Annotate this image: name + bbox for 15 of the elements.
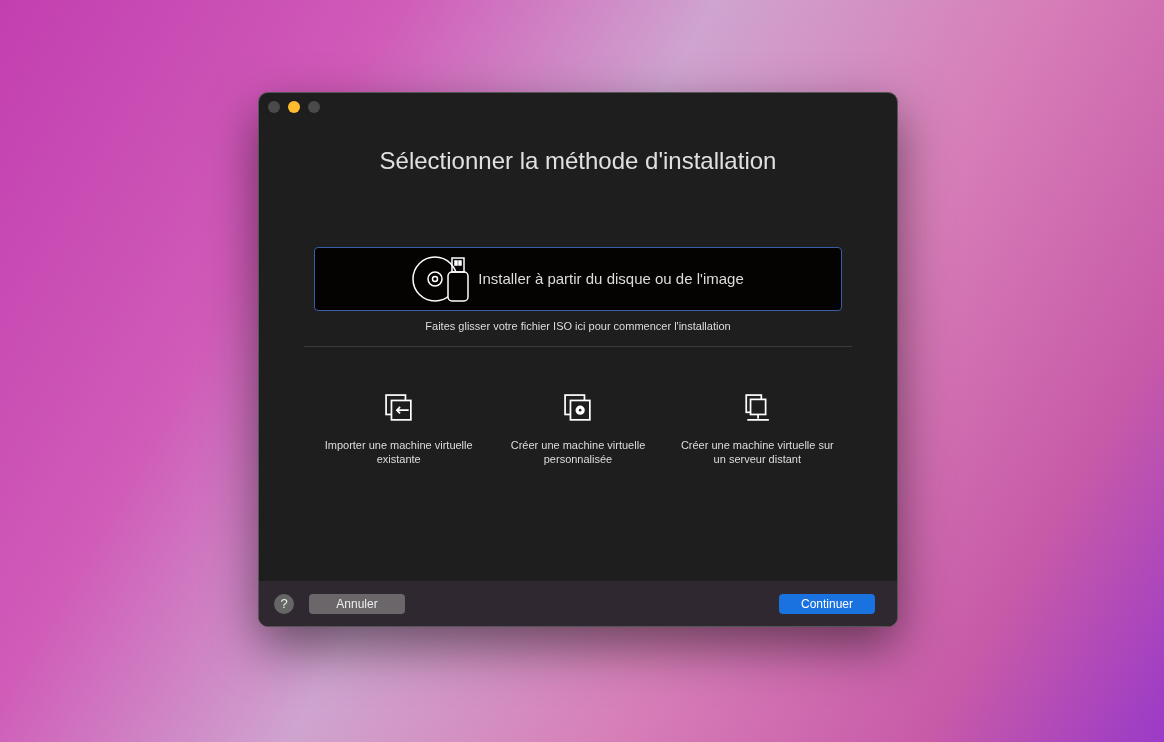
window-control-dot[interactable]: [268, 101, 280, 113]
disc-and-usb-icon: [412, 256, 471, 302]
install-method-option[interactable]: Importer une machine virtuelle existante: [309, 392, 489, 467]
install-method-option[interactable]: Créer une machine virtuelle personnalisée: [488, 392, 668, 467]
install-from-disc-option[interactable]: Installer à partir du disque ou de l'image: [314, 247, 842, 311]
import-window-icon: [383, 393, 414, 422]
window-title: Sélectionner la méthode d'installation: [378, 146, 778, 176]
cancel-button[interactable]: Annuler: [309, 593, 405, 614]
settings-window-icon: [563, 393, 593, 422]
window-control-dot[interactable]: [288, 101, 300, 113]
drop-hint: Faites glisser votre fichier ISO ici pour commencer l'installation: [424, 319, 732, 334]
install-method-option[interactable]: Créer une machine virtuelle sur un serveur distant: [667, 392, 847, 467]
continue-button[interactable]: Continuer: [779, 593, 875, 614]
help-button[interactable]: ?: [274, 593, 294, 614]
window-control-dot[interactable]: [308, 101, 320, 113]
